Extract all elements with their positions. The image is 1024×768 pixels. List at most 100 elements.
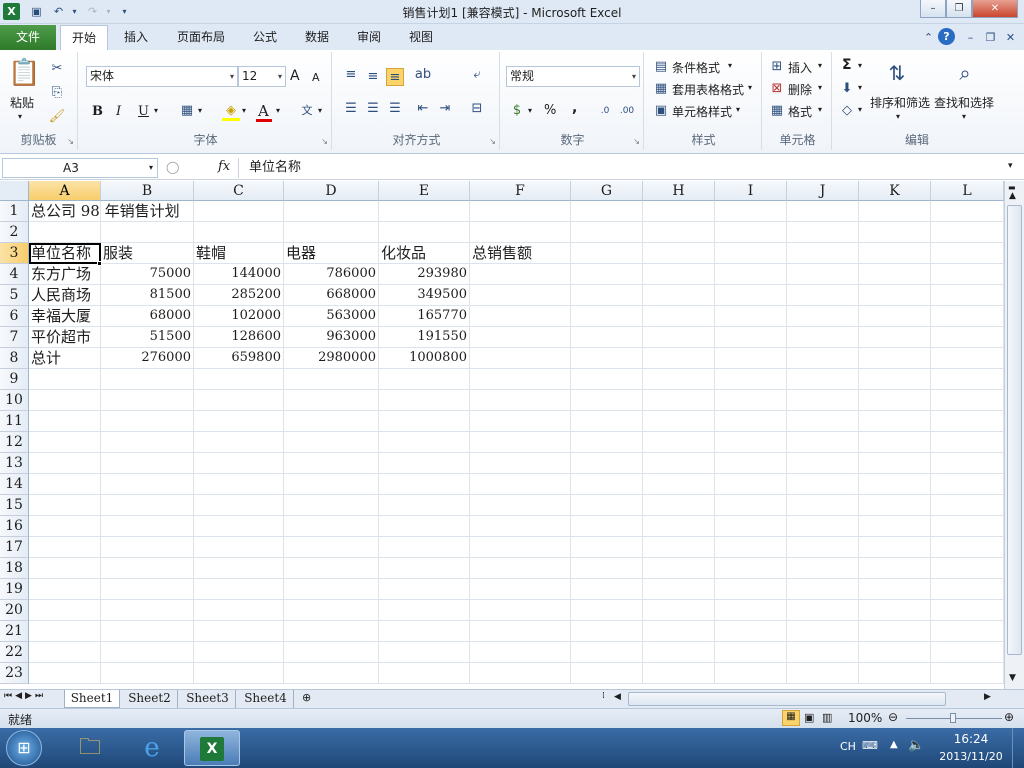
cell-i12[interactable] bbox=[715, 432, 787, 453]
row-header-23[interactable]: 23 bbox=[0, 663, 29, 684]
underline-button[interactable]: U bbox=[138, 104, 149, 119]
cell-f8[interactable] bbox=[470, 348, 571, 369]
cell-k4[interactable] bbox=[859, 264, 931, 285]
cell-d22[interactable] bbox=[284, 642, 379, 663]
column-header-a[interactable]: A bbox=[29, 181, 101, 201]
cell-f11[interactable] bbox=[470, 411, 571, 432]
cell-f7[interactable] bbox=[470, 327, 571, 348]
cell-d17[interactable] bbox=[284, 537, 379, 558]
page-break-view-icon[interactable]: ▥ bbox=[822, 711, 832, 724]
cell-c4[interactable]: 144000 bbox=[194, 264, 284, 285]
cell-e13[interactable] bbox=[379, 453, 470, 474]
paste-icon[interactable]: 📋 bbox=[8, 56, 40, 90]
cell-f17[interactable] bbox=[470, 537, 571, 558]
orientation-icon[interactable]: ab bbox=[414, 66, 432, 84]
scroll-left-icon[interactable]: ◀ bbox=[614, 692, 621, 702]
align-left-icon[interactable]: ☰ bbox=[342, 100, 360, 118]
cell-d21[interactable] bbox=[284, 621, 379, 642]
cell-g3[interactable] bbox=[571, 243, 643, 264]
cell-b2[interactable] bbox=[101, 222, 194, 243]
cell-e20[interactable] bbox=[379, 600, 470, 621]
cell-b5[interactable]: 81500 bbox=[101, 285, 194, 306]
cell-f10[interactable] bbox=[470, 390, 571, 411]
row-header-12[interactable]: 12 bbox=[0, 432, 29, 453]
font-color-dropdown-icon[interactable]: ▾ bbox=[276, 106, 280, 115]
cell-k20[interactable] bbox=[859, 600, 931, 621]
cell-a5[interactable]: 人民商场 bbox=[29, 285, 101, 306]
cell-e2[interactable] bbox=[379, 222, 470, 243]
cell-l3[interactable] bbox=[931, 243, 1004, 264]
cell-h13[interactable] bbox=[643, 453, 715, 474]
insert-dropdown-icon[interactable]: ▾ bbox=[818, 61, 822, 70]
cell-h22[interactable] bbox=[643, 642, 715, 663]
show-hidden-icons-icon[interactable]: ▲ bbox=[890, 739, 898, 750]
cell-styles-icon[interactable]: ▣ bbox=[652, 102, 670, 120]
cell-c20[interactable] bbox=[194, 600, 284, 621]
cell-b18[interactable] bbox=[101, 558, 194, 579]
cell-g1[interactable] bbox=[571, 201, 643, 222]
cell-h4[interactable] bbox=[643, 264, 715, 285]
cell-a16[interactable] bbox=[29, 516, 101, 537]
cell-h9[interactable] bbox=[643, 369, 715, 390]
cell-k15[interactable] bbox=[859, 495, 931, 516]
cell-k8[interactable] bbox=[859, 348, 931, 369]
row-header-11[interactable]: 11 bbox=[0, 411, 29, 432]
zoom-out-icon[interactable]: ⊖ bbox=[888, 710, 898, 724]
cell-g4[interactable] bbox=[571, 264, 643, 285]
cell-g2[interactable] bbox=[571, 222, 643, 243]
cell-i1[interactable] bbox=[715, 201, 787, 222]
row-header-5[interactable]: 5 bbox=[0, 285, 29, 306]
fill-dropdown-icon[interactable]: ▾ bbox=[242, 106, 246, 115]
close-button[interactable]: ✕ bbox=[972, 0, 1018, 18]
cell-b19[interactable] bbox=[101, 579, 194, 600]
cell-k23[interactable] bbox=[859, 663, 931, 684]
cell-k7[interactable] bbox=[859, 327, 931, 348]
cell-k17[interactable] bbox=[859, 537, 931, 558]
cell-g16[interactable] bbox=[571, 516, 643, 537]
cell-g13[interactable] bbox=[571, 453, 643, 474]
cell-f4[interactable] bbox=[470, 264, 571, 285]
column-header-h[interactable]: H bbox=[643, 181, 715, 201]
cell-g6[interactable] bbox=[571, 306, 643, 327]
binoculars-icon[interactable]: ⌕ bbox=[950, 58, 980, 88]
row-header-16[interactable]: 16 bbox=[0, 516, 29, 537]
row-header-15[interactable]: 15 bbox=[0, 495, 29, 516]
cell-f21[interactable] bbox=[470, 621, 571, 642]
cell-b21[interactable] bbox=[101, 621, 194, 642]
cell-j22[interactable] bbox=[787, 642, 859, 663]
font-name-select[interactable]: 宋体 ▾ bbox=[86, 66, 238, 87]
tab-review[interactable]: 审阅 bbox=[348, 25, 390, 50]
select-all-corner[interactable] bbox=[0, 181, 29, 201]
sheet-nav-icon[interactable]: ⏮◀▶⏭ bbox=[4, 691, 46, 701]
minimize-button[interactable]: – bbox=[920, 0, 946, 18]
tab-home[interactable]: 开始 bbox=[60, 25, 108, 51]
cell-g18[interactable] bbox=[571, 558, 643, 579]
wb-close-icon[interactable]: ✕ bbox=[1002, 29, 1019, 46]
conditional-dropdown-icon[interactable]: ▾ bbox=[728, 61, 732, 70]
cell-d11[interactable] bbox=[284, 411, 379, 432]
scroll-up-icon[interactable]: ▲ bbox=[1009, 191, 1016, 201]
cell-c12[interactable] bbox=[194, 432, 284, 453]
cell-k9[interactable] bbox=[859, 369, 931, 390]
cell-a15[interactable] bbox=[29, 495, 101, 516]
cell-b6[interactable]: 68000 bbox=[101, 306, 194, 327]
cell-b16[interactable] bbox=[101, 516, 194, 537]
cell-e17[interactable] bbox=[379, 537, 470, 558]
border-icon[interactable]: ▦ bbox=[178, 102, 196, 120]
cell-j15[interactable] bbox=[787, 495, 859, 516]
column-header-j[interactable]: J bbox=[787, 181, 859, 201]
cell-k16[interactable] bbox=[859, 516, 931, 537]
merge-center-icon[interactable]: ⊟ bbox=[468, 100, 486, 118]
cell-a10[interactable] bbox=[29, 390, 101, 411]
cell-k1[interactable] bbox=[859, 201, 931, 222]
hsplit-icon[interactable]: ⁞ bbox=[602, 691, 605, 701]
cell-g5[interactable] bbox=[571, 285, 643, 306]
row-header-6[interactable]: 6 bbox=[0, 306, 29, 327]
cell-l17[interactable] bbox=[931, 537, 1004, 558]
cell-g11[interactable] bbox=[571, 411, 643, 432]
cell-k19[interactable] bbox=[859, 579, 931, 600]
cell-e7[interactable]: 191550 bbox=[379, 327, 470, 348]
column-header-l[interactable]: L bbox=[931, 181, 1004, 201]
cell-a6[interactable]: 幸福大厦 bbox=[29, 306, 101, 327]
cell-a22[interactable] bbox=[29, 642, 101, 663]
